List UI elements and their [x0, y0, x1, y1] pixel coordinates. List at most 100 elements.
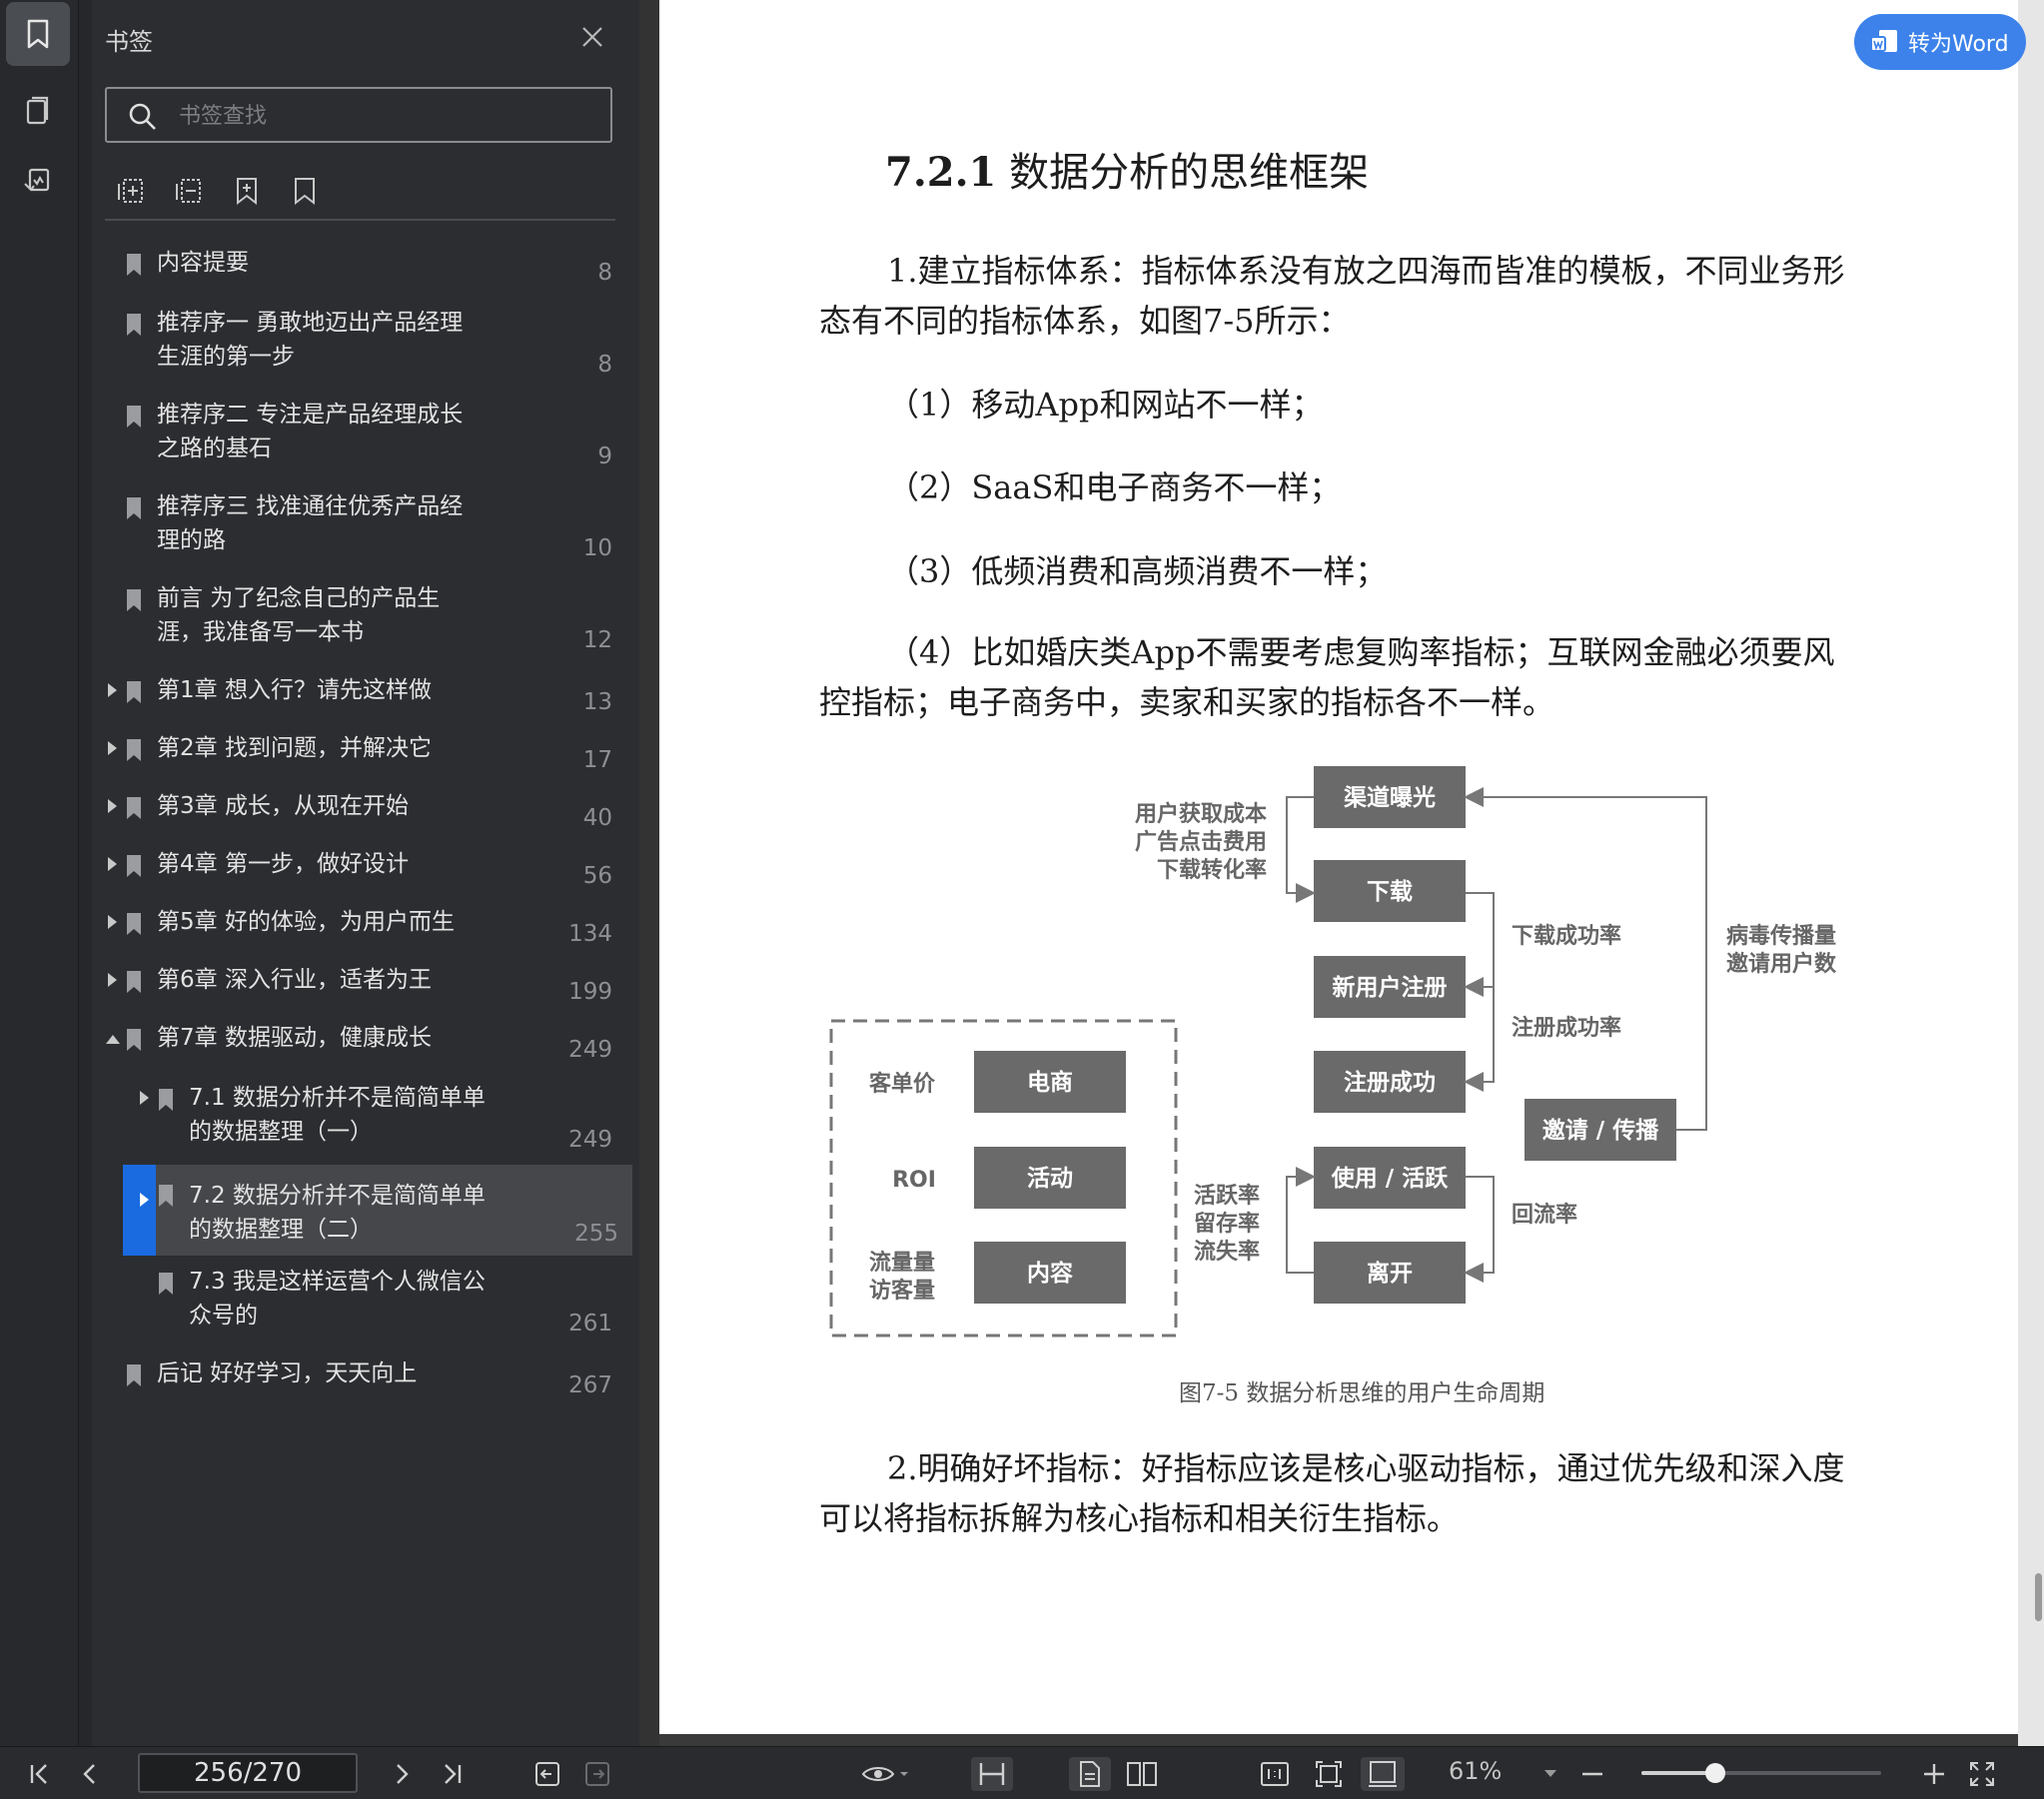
metric-label: 访客量 — [869, 1278, 935, 1304]
close-icon — [582, 27, 602, 47]
convert-to-word-button[interactable]: 转为Word — [1854, 14, 2026, 70]
bookmark-item[interactable]: 前言 为了纪念自己的产品生涯，我准备写一本书 12 — [105, 585, 624, 665]
divider — [105, 219, 615, 221]
bookmark-icon — [159, 1089, 173, 1111]
zoom-out-button[interactable] — [1574, 1757, 1610, 1791]
bookmark-icon — [127, 681, 141, 703]
convert-button-label: 转为Word — [1908, 32, 2009, 57]
paragraph: （4）比如婚庆类App不需要考虑复购率指标；互联网金融必须要风控指标；电子商务中… — [819, 633, 1835, 721]
bookmark-page: 8 — [597, 260, 612, 286]
bookmark-item[interactable]: 第5章 好的体验，为用户而生 134 — [105, 909, 624, 955]
section-heading: 7.2.1 数据分析的思维框架 — [885, 140, 1369, 198]
paragraph: 1.建立指标体系：指标体系没有放之四海而皆准的模板，不同业务形态有不同的指标体系… — [819, 252, 1845, 340]
expand-icon[interactable] — [140, 1091, 149, 1105]
collapse-icon[interactable] — [106, 1035, 120, 1044]
two-page-button[interactable] — [1121, 1757, 1163, 1791]
expand-icon[interactable] — [108, 857, 117, 871]
expand-icon[interactable] — [108, 683, 117, 697]
vertical-scrollbar[interactable] — [2018, 0, 2044, 1746]
fullscreen-button[interactable] — [1964, 1757, 2000, 1791]
bookmark-item[interactable]: 第1章 想入行？请先这样做 13 — [105, 677, 624, 723]
bookmark-page: 199 — [568, 979, 612, 1005]
go-back-button[interactable] — [529, 1757, 565, 1791]
fullscreen-icon — [1970, 1762, 1994, 1786]
bookmark-item[interactable]: 推荐序一 勇敢地迈出产品经理生涯的第一步 8 — [105, 310, 624, 390]
expand-icon[interactable] — [140, 1193, 149, 1207]
fit-width-button[interactable] — [1361, 1757, 1405, 1791]
add-bookmark-button[interactable] — [115, 173, 147, 209]
bookmark-page: 8 — [597, 352, 612, 378]
zoom-dropdown[interactable] — [1536, 1757, 1564, 1791]
last-page-button[interactable] — [434, 1757, 470, 1791]
scrollbar-thumb[interactable] — [2035, 1573, 2042, 1621]
expand-icon[interactable] — [108, 973, 117, 987]
actual-size-button[interactable] — [1257, 1757, 1293, 1791]
bookmark-item[interactable]: 第2章 找到问题，并解决它 17 — [105, 735, 624, 781]
bookmark-page: 255 — [574, 1221, 618, 1247]
forward-icon — [585, 1762, 609, 1786]
bookmark-item[interactable]: 内容提要 8 — [105, 250, 624, 290]
bookmark-icon — [159, 1273, 173, 1295]
first-page-button[interactable] — [22, 1757, 58, 1791]
zoom-slider-fill — [1641, 1771, 1716, 1775]
bookmark-button[interactable] — [289, 173, 321, 209]
first-page-icon — [30, 1764, 47, 1784]
bookmark-icon — [127, 971, 141, 993]
metric-label: 病毒传播量 — [1726, 923, 1836, 949]
box-label: 使用 / 活跃 — [1331, 1166, 1449, 1192]
bookmark-item-selected[interactable]: 7.2 数据分析并不是简简单单的数据整理（二） 255 — [123, 1165, 632, 1256]
expand-icon[interactable] — [108, 915, 117, 929]
remove-bookmark-button[interactable] — [173, 173, 205, 209]
zoom-level[interactable]: 61% — [1449, 1757, 1502, 1785]
panel-splitter[interactable] — [639, 0, 659, 1746]
bookmark-label: 7.1 数据分析并不是简简单单的数据整理（一） — [189, 1085, 486, 1145]
bookmark-item[interactable]: 第3章 成长，从现在开始 40 — [105, 793, 624, 839]
list-item: （3）低频消费和高频消费不一样； — [887, 552, 1388, 590]
zoom-in-button[interactable] — [1916, 1757, 1952, 1791]
next-page-button[interactable] — [384, 1757, 420, 1791]
bookmark-item[interactable]: 第7章 数据驱动，健康成长 249 — [105, 1025, 624, 1071]
bookmark-item[interactable]: 第4章 第一步，做好设计 56 — [105, 851, 624, 897]
bookmark-page: 9 — [597, 444, 612, 469]
previous-page-button[interactable] — [72, 1757, 108, 1791]
fit-page-button[interactable] — [1311, 1757, 1347, 1791]
lifecycle-diagram: 渠道曝光 下载 新用户注册 注册成功 使用 / 活跃 离开 邀请 / 传播 电商… — [829, 766, 1837, 1338]
annotation-panel-button[interactable] — [6, 150, 70, 214]
metric-label: 回流率 — [1512, 1202, 1577, 1228]
bookmark-page: 10 — [582, 535, 612, 561]
bookmark-label: 第2章 找到问题，并解决它 — [157, 735, 432, 761]
page-number-input[interactable]: 256/270 — [138, 1753, 358, 1793]
bookmark-label: 前言 为了纪念自己的产品生涯，我准备写一本书 — [157, 585, 441, 645]
bookmark-panel-button[interactable] — [6, 2, 70, 66]
list-item: （2）SaaS和电子商务不一样； — [887, 468, 1342, 506]
single-page-button[interactable] — [1069, 1757, 1111, 1791]
bookmark-icon — [127, 254, 141, 276]
metric-label: ROI — [892, 1168, 936, 1193]
go-forward-button[interactable] — [579, 1757, 615, 1791]
bottom-toolbar: 256/270 61% — [0, 1746, 2044, 1799]
new-bookmark-button[interactable] — [231, 173, 263, 209]
search-input[interactable] — [177, 99, 600, 133]
bookmark-add-icon — [237, 178, 257, 206]
bookmark-outline-icon — [295, 178, 315, 206]
bookmark-icon — [127, 1364, 141, 1386]
eye-care-button[interactable] — [857, 1757, 913, 1791]
thumbnail-panel-button[interactable] — [6, 80, 70, 144]
bookmark-page: 40 — [582, 805, 612, 831]
figure-caption: 图7-5 数据分析思维的用户生命周期 — [1179, 1380, 1545, 1406]
zoom-slider-handle[interactable] — [1705, 1763, 1726, 1783]
bookmark-item[interactable]: 推荐序三 找准通往优秀产品经理的路 10 — [105, 493, 624, 573]
expand-icon[interactable] — [108, 799, 117, 813]
bookmark-item[interactable]: 7.1 数据分析并不是简简单单的数据整理（一） 249 — [105, 1085, 624, 1165]
single-page-scroll-button[interactable] — [971, 1757, 1013, 1791]
bookmark-item[interactable]: 推荐序二 专注是产品经理成长之路的基石 9 — [105, 402, 624, 481]
close-panel-button[interactable] — [577, 22, 607, 52]
zoom-slider[interactable] — [1641, 1763, 1881, 1783]
bookmark-item[interactable]: 7.3 我是这样运营个人微信公众号的 261 — [105, 1269, 624, 1349]
bookmark-label: 第1章 想入行？请先这样做 — [157, 677, 432, 703]
bookmark-tools — [115, 173, 321, 213]
plus-icon — [1924, 1764, 1944, 1784]
expand-icon[interactable] — [108, 741, 117, 755]
bookmark-item[interactable]: 后记 好好学习，天天向上 267 — [105, 1360, 624, 1406]
bookmark-item[interactable]: 第6章 深入行业，适者为王 199 — [105, 967, 624, 1013]
